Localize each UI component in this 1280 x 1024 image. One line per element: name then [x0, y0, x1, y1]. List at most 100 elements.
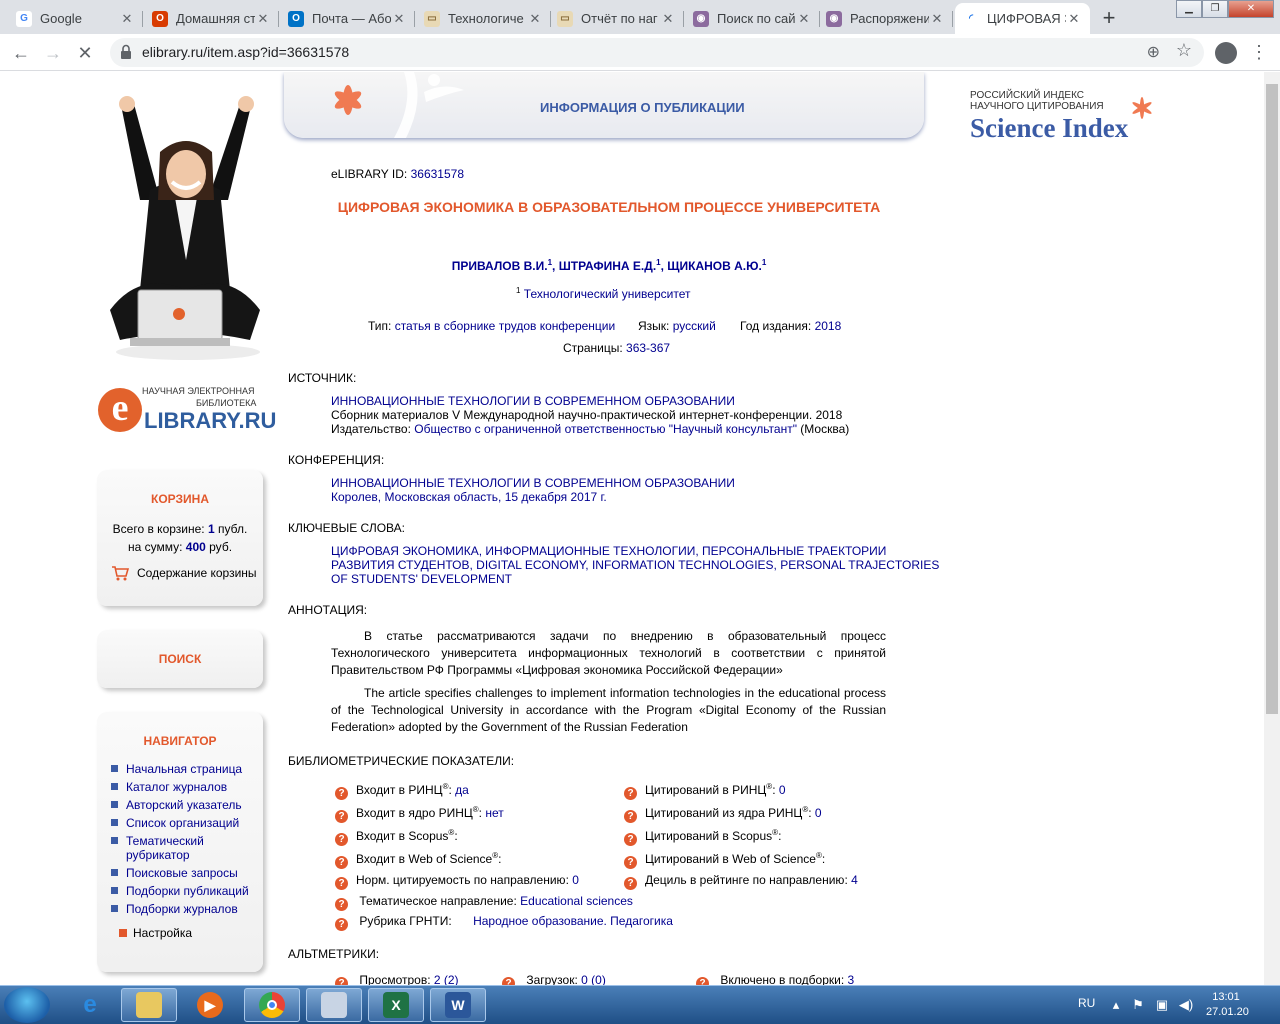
- taskbar-media[interactable]: ▶: [182, 988, 238, 1022]
- tab-close-icon[interactable]: ✕: [255, 11, 271, 27]
- help-icon[interactable]: ?: [335, 898, 348, 911]
- navigator-item[interactable]: Поисковые запросы: [111, 866, 263, 880]
- taskbar-ie[interactable]: e: [62, 988, 118, 1022]
- taskbar-explorer[interactable]: [121, 988, 177, 1022]
- author-link[interactable]: ШТРАФИНА Е.Д.1: [558, 258, 661, 273]
- author-link[interactable]: ПРИВАЛОВ В.И.1: [452, 258, 552, 273]
- taskbar-excel[interactable]: X: [368, 988, 424, 1022]
- scrollbar-thumb[interactable]: [1266, 84, 1278, 714]
- grnti-value[interactable]: Народное образование. Педагогика: [473, 914, 673, 928]
- publication-title: ЦИФРОВАЯ ЭКОНОМИКА В ОБРАЗОВАТЕЛЬНОМ ПРО…: [337, 199, 881, 215]
- altmetrics-downloads: ? Загрузок: 0 (0): [502, 973, 606, 985]
- network-icon[interactable]: ▣: [1154, 997, 1170, 1013]
- bullet-icon: [111, 905, 118, 912]
- search-panel[interactable]: ПОИСК: [97, 630, 263, 688]
- vertical-scrollbar[interactable]: [1264, 72, 1280, 985]
- theme-value[interactable]: Educational sciences: [520, 894, 633, 908]
- help-icon[interactable]: ?: [335, 833, 348, 846]
- maximize-button[interactable]: ❐: [1202, 0, 1228, 18]
- help-icon[interactable]: ?: [335, 810, 348, 823]
- tab-close-icon[interactable]: ✕: [1066, 11, 1082, 27]
- new-tab-button[interactable]: +: [1096, 6, 1122, 32]
- browser-tab[interactable]: ◉ Поиск по сай ✕: [685, 3, 820, 34]
- help-icon[interactable]: ?: [335, 856, 348, 869]
- help-icon[interactable]: ?: [624, 787, 637, 800]
- tab-close-icon[interactable]: ✕: [660, 11, 676, 27]
- close-window-button[interactable]: ✕: [1228, 0, 1274, 18]
- tab-close-icon[interactable]: ✕: [929, 11, 945, 27]
- navigator-item[interactable]: Тематический рубрикатор: [111, 834, 263, 862]
- metric-value[interactable]: 0: [572, 873, 579, 887]
- navigator-item[interactable]: Каталог журналов: [111, 780, 263, 794]
- help-icon[interactable]: ?: [624, 810, 637, 823]
- help-icon[interactable]: ?: [624, 833, 637, 846]
- browser-tab[interactable]: ◜ ЦИФРОВАЯ Э ✕: [955, 3, 1090, 34]
- browser-tab[interactable]: G Google ✕: [8, 3, 143, 34]
- browser-tab[interactable]: ▭ Технологиче ✕: [416, 3, 551, 34]
- biblio-metric-row: ? Входит в Scopus®:: [335, 828, 458, 846]
- browser-tab[interactable]: О Домашняя ст ✕: [144, 3, 279, 34]
- language-indicator[interactable]: RU: [1078, 996, 1095, 1010]
- navigator-item[interactable]: Подборки публикаций: [111, 884, 263, 898]
- metric-value[interactable]: 0: [815, 806, 822, 820]
- navigator-item[interactable]: Начальная страница: [111, 762, 263, 776]
- help-icon[interactable]: ?: [335, 787, 348, 800]
- taskbar-chrome[interactable]: [244, 988, 300, 1022]
- source-name-link[interactable]: ИННОВАЦИОННЫЕ ТЕХНОЛОГИИ В СОВРЕМЕННОМ О…: [331, 394, 735, 408]
- navigator-item[interactable]: Подборки журналов: [111, 902, 263, 916]
- browser-tab[interactable]: ◉ Распоряжени ✕: [818, 3, 953, 34]
- navigator-item[interactable]: Авторский указатель: [111, 798, 263, 812]
- tab-close-icon[interactable]: ✕: [527, 11, 543, 27]
- flag-icon[interactable]: ⚑: [1130, 997, 1146, 1013]
- help-icon[interactable]: ?: [624, 877, 637, 890]
- help-icon[interactable]: ?: [502, 977, 515, 985]
- start-button[interactable]: [4, 987, 50, 1023]
- metric-value[interactable]: 0: [779, 783, 786, 797]
- back-button[interactable]: ←: [8, 40, 34, 66]
- bookmark-star-icon[interactable]: ☆: [1176, 40, 1192, 61]
- keywords-line-3[interactable]: OF STUDENTS' DEVELOPMENT: [331, 572, 512, 586]
- keywords-line-1[interactable]: ЦИФРОВАЯ ЭКОНОМИКА, ИНФОРМАЦИОННЫЕ ТЕХНО…: [331, 544, 886, 558]
- browser-menu-icon[interactable]: ⋮: [1250, 42, 1268, 63]
- browser-tab[interactable]: O Почта — Абон ✕: [280, 3, 415, 34]
- tab-close-icon[interactable]: ✕: [119, 11, 135, 27]
- browser-tab[interactable]: ▭ Отчёт по наг ✕: [549, 3, 684, 34]
- affiliation-link[interactable]: Технологический университет: [524, 287, 691, 301]
- metric-value[interactable]: 4: [851, 873, 858, 887]
- help-icon[interactable]: ?: [335, 877, 348, 890]
- metric-value[interactable]: нет: [485, 806, 503, 820]
- elibrary-logo[interactable]: e НАУЧНАЯ ЭЛЕКТРОННАЯ БИБЛИОТЕКА LIBRARY…: [98, 382, 276, 442]
- pub-pages-row: Страницы: 363-367: [563, 341, 670, 355]
- taskbar-word[interactable]: W: [430, 988, 486, 1022]
- tab-close-icon[interactable]: ✕: [391, 11, 407, 27]
- keywords-line-2[interactable]: РАЗВИТИЯ СТУДЕНТОВ, DIGITAL ECONOMY, INF…: [331, 558, 939, 572]
- elibrary-logo-letter: e: [98, 388, 142, 432]
- tab-favicon-icon: G: [16, 10, 32, 27]
- profile-avatar[interactable]: [1215, 42, 1237, 64]
- pub-year-label: Год издания:: [740, 319, 812, 333]
- author-link[interactable]: ЩИКАНОВ А.Ю.1: [667, 258, 766, 273]
- tab-close-icon[interactable]: ✕: [796, 11, 812, 27]
- address-bar[interactable]: elibrary.ru/item.asp?id=36631578 ⊕ ☆: [110, 38, 1204, 67]
- help-icon[interactable]: ?: [335, 977, 348, 985]
- forward-button[interactable]: →: [40, 40, 66, 66]
- system-clock[interactable]: 13:01 27.01.20: [1206, 990, 1249, 1020]
- science-index-logo[interactable]: РОССИЙСКИЙ ИНДЕКС НАУЧНОГО ЦИТИРОВАНИЯ S…: [970, 90, 1170, 150]
- help-icon[interactable]: ?: [624, 856, 637, 869]
- navigator-item[interactable]: Список организаций: [111, 816, 263, 830]
- volume-icon[interactable]: ◀): [1178, 997, 1194, 1013]
- conference-name-link[interactable]: ИННОВАЦИОННЫЕ ТЕХНОЛОГИИ В СОВРЕМЕННОМ О…: [331, 476, 735, 490]
- collections-value[interactable]: 3: [848, 973, 855, 985]
- minimize-button[interactable]: ▁: [1176, 0, 1202, 18]
- stop-loading-button[interactable]: ✕: [72, 40, 98, 66]
- publisher-link[interactable]: Общество с ограниченной ответственностью…: [414, 422, 797, 436]
- author-name: ШТРАФИНА Е.Д.: [558, 259, 657, 273]
- cart-contents-link[interactable]: Содержание корзины: [111, 565, 257, 581]
- zoom-icon[interactable]: ⊕: [1147, 42, 1160, 62]
- metric-value[interactable]: да: [455, 783, 469, 797]
- taskbar-remote[interactable]: [306, 988, 362, 1022]
- tray-expand-icon[interactable]: ▴: [1108, 997, 1124, 1013]
- help-icon[interactable]: ?: [335, 918, 348, 931]
- navigator-settings-link[interactable]: Настройка: [97, 926, 263, 940]
- help-icon[interactable]: ?: [696, 977, 709, 985]
